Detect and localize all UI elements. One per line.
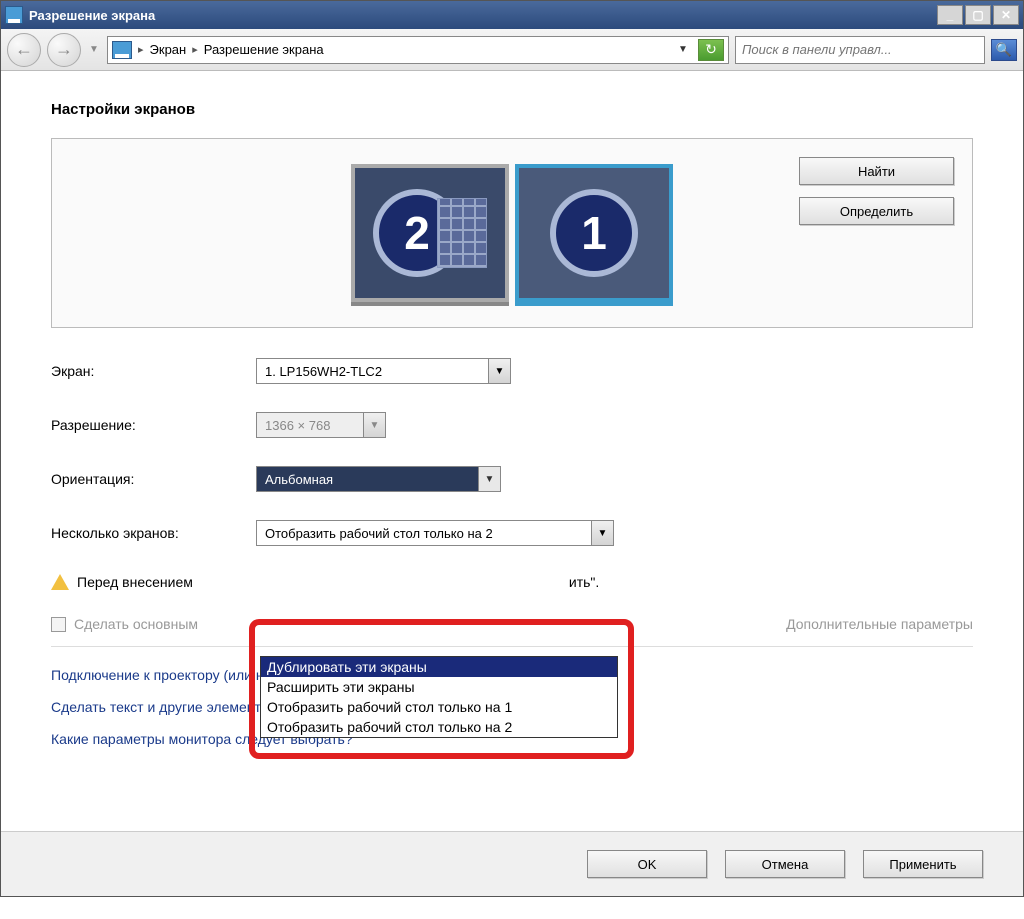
identify-button[interactable]: Определить bbox=[799, 197, 954, 225]
multiple-displays-dropdown: Дублировать эти экраны Расширить эти экр… bbox=[260, 656, 618, 738]
resolution-label: Разрешение: bbox=[51, 417, 256, 433]
resolution-value: 1366 × 768 bbox=[257, 418, 363, 433]
footer-buttons: OK Отмена Применить bbox=[1, 831, 1023, 896]
forward-button[interactable]: → bbox=[47, 33, 81, 67]
control-panel-window: Разрешение экрана _ ▢ ✕ ← → ▼ ▸ Экран ▸ … bbox=[0, 0, 1024, 897]
orientation-label: Ориентация: bbox=[51, 471, 256, 487]
monitor-icons: 2 1 bbox=[351, 164, 673, 302]
arrow-left-icon: ← bbox=[15, 39, 33, 60]
separator bbox=[51, 646, 973, 647]
dropdown-option[interactable]: Отобразить рабочий стол только на 2 bbox=[261, 717, 617, 737]
chevron-right-icon: ▸ bbox=[192, 43, 198, 56]
cancel-button[interactable]: Отмена bbox=[725, 850, 845, 878]
display-value: 1. LP156WH2-TLC2 bbox=[257, 364, 488, 379]
chevron-right-icon: ▸ bbox=[138, 43, 144, 56]
multiple-displays-combo[interactable]: Отобразить рабочий стол только на 2 ▼ bbox=[256, 520, 614, 546]
monitor-1-number: 1 bbox=[550, 189, 638, 277]
back-button[interactable]: ← bbox=[7, 33, 41, 67]
breadcrumb-dropdown[interactable]: ▼ bbox=[674, 44, 692, 55]
maximize-button[interactable]: ▢ bbox=[965, 5, 991, 25]
orientation-value: Альбомная bbox=[257, 472, 478, 487]
calendar-overlay-icon bbox=[437, 198, 487, 268]
close-button[interactable]: ✕ bbox=[993, 5, 1019, 25]
search-box[interactable] bbox=[735, 36, 985, 64]
apply-button[interactable]: Применить bbox=[863, 850, 983, 878]
dropdown-option[interactable]: Расширить эти экраны bbox=[261, 677, 617, 697]
make-primary-label: Сделать основным bbox=[74, 616, 198, 632]
warning-row: Перед внесением ить". bbox=[51, 574, 973, 590]
breadcrumb-root[interactable]: Экран bbox=[150, 42, 187, 57]
chevron-down-icon: ▼ bbox=[478, 467, 500, 491]
content-area: Настройки экранов Найти Определить 2 1 bbox=[1, 71, 1023, 831]
breadcrumb-current[interactable]: Разрешение экрана bbox=[204, 42, 324, 57]
warning-text-suffix: ить". bbox=[569, 574, 599, 590]
search-icon: 🔍 bbox=[996, 42, 1012, 58]
arrow-right-icon: → bbox=[55, 39, 73, 60]
monitor-1[interactable]: 1 bbox=[515, 164, 673, 302]
breadcrumb-bar[interactable]: ▸ Экран ▸ Разрешение экрана ▼ ↻ bbox=[107, 36, 729, 64]
window-title: Разрешение экрана bbox=[29, 8, 937, 23]
find-button[interactable]: Найти bbox=[799, 157, 954, 185]
page-heading: Настройки экранов bbox=[51, 101, 973, 118]
display-label: Экран: bbox=[51, 363, 256, 379]
refresh-icon: ↻ bbox=[705, 41, 717, 58]
chevron-down-icon: ▼ bbox=[363, 413, 385, 437]
warning-icon bbox=[51, 574, 69, 590]
titlebar: Разрешение экрана _ ▢ ✕ bbox=[1, 1, 1023, 29]
ok-button[interactable]: OK bbox=[587, 850, 707, 878]
make-primary-checkbox bbox=[51, 617, 66, 632]
refresh-button[interactable]: ↻ bbox=[698, 39, 724, 61]
orientation-combo[interactable]: Альбомная ▼ bbox=[256, 466, 501, 492]
display-preview-area: Найти Определить 2 1 bbox=[51, 138, 973, 328]
display-icon bbox=[112, 41, 132, 59]
search-input[interactable] bbox=[740, 41, 980, 58]
dropdown-option[interactable]: Дублировать эти экраны bbox=[261, 657, 617, 677]
chevron-down-icon: ▼ bbox=[488, 359, 510, 383]
search-button[interactable]: 🔍 bbox=[991, 39, 1017, 61]
dropdown-option[interactable]: Отобразить рабочий стол только на 1 bbox=[261, 697, 617, 717]
chevron-down-icon: ▼ bbox=[591, 521, 613, 545]
warning-text-prefix: Перед внесением bbox=[77, 574, 193, 590]
display-settings-icon bbox=[5, 6, 23, 24]
minimize-button[interactable]: _ bbox=[937, 5, 963, 25]
nav-history-dropdown[interactable]: ▼ bbox=[87, 35, 101, 65]
multiple-displays-label: Несколько экранов: bbox=[51, 525, 256, 541]
monitor-2[interactable]: 2 bbox=[351, 164, 509, 302]
resolution-combo[interactable]: 1366 × 768 ▼ bbox=[256, 412, 386, 438]
multiple-displays-value: Отобразить рабочий стол только на 2 bbox=[257, 526, 591, 541]
nav-toolbar: ← → ▼ ▸ Экран ▸ Разрешение экрана ▼ ↻ 🔍 bbox=[1, 29, 1023, 71]
display-combo[interactable]: 1. LP156WH2-TLC2 ▼ bbox=[256, 358, 511, 384]
